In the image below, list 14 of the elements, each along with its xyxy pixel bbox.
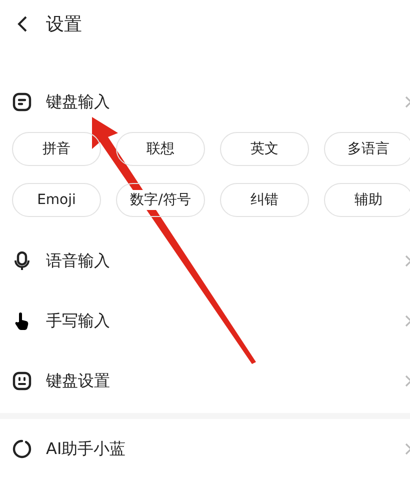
option-chip[interactable]: 纠错 bbox=[220, 183, 309, 217]
face-icon bbox=[12, 371, 32, 391]
keyboard-icon bbox=[12, 92, 32, 112]
menu-item[interactable]: 键盘输入 bbox=[46, 92, 390, 112]
option-chip[interactable]: 多语言 bbox=[324, 132, 410, 166]
menu-item[interactable]: 手写输入 bbox=[46, 310, 390, 332]
option-chip[interactable]: 英文 bbox=[220, 132, 309, 166]
option-chip[interactable]: 辅助 bbox=[324, 183, 410, 217]
microphone-icon bbox=[12, 251, 32, 271]
page-title: 设置 bbox=[46, 13, 82, 36]
menu-item[interactable]: 键盘设置 bbox=[46, 370, 390, 392]
menu-item[interactable]: 语音输入 bbox=[46, 250, 390, 272]
option-chip[interactable]: Emoji bbox=[12, 183, 101, 217]
menu-item[interactable]: AI助手小蓝 bbox=[46, 438, 390, 460]
